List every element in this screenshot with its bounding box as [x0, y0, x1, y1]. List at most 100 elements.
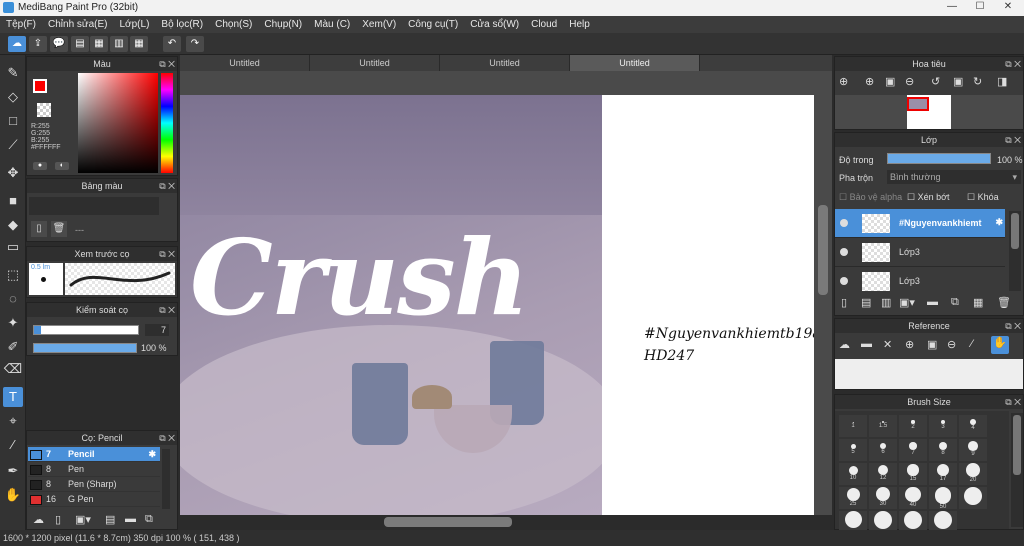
brush-opacity-slider[interactable]	[33, 343, 137, 353]
menu-view[interactable]: Xem(V)	[356, 16, 402, 33]
visibility-eye-icon[interactable]	[840, 248, 848, 256]
panel-options-icon[interactable]: ⧉ ✕	[159, 431, 175, 445]
menu-help[interactable]: Help	[563, 16, 596, 33]
cloud-download-icon[interactable]: ☁	[839, 338, 850, 351]
layer-folder-icon[interactable]: ▬	[927, 296, 938, 308]
brush-size-option[interactable]: 1.5	[869, 415, 897, 437]
brush-size-option[interactable]: 20	[959, 463, 987, 485]
brush-size-option[interactable]: 50	[929, 487, 957, 510]
menu-cloud[interactable]: Cloud	[525, 16, 563, 33]
trash-icon[interactable]: 🗑	[51, 221, 67, 237]
close-icon[interactable]: ✕	[883, 338, 892, 351]
add-brush-icon[interactable]: ▣▾	[75, 513, 91, 526]
duplicate-layer-icon[interactable]: ⧉	[951, 296, 959, 309]
hand-tool-icon[interactable]: ✋	[3, 485, 23, 505]
brush-size-option[interactable]: 3	[929, 415, 957, 437]
panel-options-icon[interactable]: ⧉ ✕	[1005, 395, 1021, 409]
select-eraser-icon[interactable]: ⌫	[3, 359, 23, 379]
gear-icon[interactable]: ✱	[148, 447, 156, 462]
eraser-tool-icon[interactable]: ◇	[3, 87, 23, 107]
page-manager-icon[interactable]: ▥	[110, 36, 128, 52]
brush-size-value[interactable]: 7	[145, 324, 169, 336]
cloud-brush-icon[interactable]: ☁	[33, 513, 44, 526]
reset-view-icon[interactable]: ◨	[997, 75, 1007, 88]
brush-list-item[interactable]: 8 Pen	[28, 462, 160, 477]
brush-size-option[interactable]: 8	[929, 439, 957, 461]
maximize-button[interactable]: ☐	[968, 0, 992, 14]
swap-color-icon[interactable]: ◐	[55, 162, 69, 170]
upload-icon[interactable]: ⇪	[29, 36, 47, 52]
brush-size-option[interactable]: 4	[959, 415, 987, 437]
new-layer-icon[interactable]: ▯	[841, 296, 847, 309]
flip-icon[interactable]: ▣	[953, 75, 963, 88]
brush-size-option[interactable]: 15	[899, 463, 927, 485]
panel-options-icon[interactable]: ⧉ ✕	[1005, 57, 1021, 71]
artwork-image[interactable]: Crush	[180, 95, 602, 515]
panel-options-icon[interactable]: ⧉ ✕	[1005, 133, 1021, 147]
clipping-checkbox[interactable]: ☐ Xén bớt	[907, 192, 950, 203]
fill-rect-tool-icon[interactable]: ■	[3, 191, 23, 211]
minimize-button[interactable]: —	[940, 0, 964, 14]
lasso-tool-icon[interactable]: ◌	[3, 289, 23, 309]
brush-size-option[interactable]: 30	[869, 487, 897, 509]
panel-options-icon[interactable]: ⧉ ✕	[1005, 319, 1021, 333]
foreground-color-swatch[interactable]	[33, 79, 47, 93]
dropper-tool-icon[interactable]: ✒	[3, 461, 23, 481]
tab-untitled-3[interactable]: Untitled	[440, 55, 570, 71]
background-color-swatch[interactable]	[37, 103, 51, 117]
panel-options-icon[interactable]: ⧉ ✕	[159, 303, 175, 317]
brush-size-option[interactable]: 7	[899, 439, 927, 461]
menu-edit[interactable]: Chỉnh sửa(E)	[42, 16, 114, 33]
cloud-icon[interactable]: ☁	[8, 36, 26, 52]
menu-snap[interactable]: Chụp(N)	[258, 16, 308, 33]
zoom-in-icon[interactable]: ⊕	[865, 75, 874, 88]
new-palette-icon[interactable]: ▯	[31, 221, 47, 237]
folder-icon[interactable]: ▬	[125, 513, 136, 525]
panel-options-icon[interactable]: ⧉ ✕	[159, 57, 175, 71]
navigator-viewport[interactable]	[907, 97, 929, 111]
brush-size-scrollbar[interactable]	[1013, 415, 1021, 475]
rectangle-tool-icon[interactable]: □	[3, 111, 23, 131]
layer-opacity-slider[interactable]	[887, 153, 991, 164]
new-halftone-layer-icon[interactable]: ▤	[861, 296, 871, 309]
select-pen-icon[interactable]: ✐	[3, 337, 23, 357]
protect-alpha-checkbox[interactable]: ☐ Bảo vệ alpha	[839, 192, 902, 203]
comment-icon[interactable]: 💬	[50, 36, 68, 52]
brush-size-option[interactable]: 1	[839, 415, 867, 437]
tab-untitled-2[interactable]: Untitled	[310, 55, 440, 71]
brush-tool-icon[interactable]: ✎	[3, 63, 23, 83]
lock-checkbox[interactable]: ☐ Khóa	[967, 192, 999, 203]
brush-list-item[interactable]: 16 G Pen	[28, 492, 160, 507]
brush-size-option[interactable]: 9	[959, 439, 987, 461]
menu-select[interactable]: Chọn(S)	[209, 16, 258, 33]
visibility-eye-icon[interactable]	[840, 277, 848, 285]
menu-color[interactable]: Màu (C)	[308, 16, 356, 33]
brush-size-option[interactable]: 2	[899, 415, 927, 437]
text-tool-icon[interactable]: T	[3, 387, 23, 407]
tab-untitled-1[interactable]: Untitled	[180, 55, 310, 71]
layer-scrollbar[interactable]	[1011, 213, 1019, 249]
rotate-right-icon[interactable]: ↻	[973, 75, 982, 88]
merge-layer-icon[interactable]: ▦	[973, 296, 983, 309]
move-tool-icon[interactable]: ✥	[3, 163, 23, 183]
hue-slider[interactable]	[161, 73, 173, 173]
select-rect-icon[interactable]: ⬚	[3, 265, 23, 285]
document-icon[interactable]: ▤	[71, 36, 89, 52]
brush-size-option[interactable]	[959, 487, 987, 509]
canvas-page-white[interactable]: #Nguyenvankhiemtb1983 HD247	[602, 95, 830, 515]
new-1bit-layer-icon[interactable]: ▥	[881, 296, 891, 309]
brush-list-item[interactable]: 7 Pencil ✱	[28, 447, 160, 462]
menu-tools[interactable]: Công cụ(T)	[402, 16, 464, 33]
magic-wand-icon[interactable]: ✦	[3, 313, 23, 333]
saturation-value-picker[interactable]	[78, 73, 158, 173]
brush-size-option[interactable]: 40	[899, 487, 927, 509]
bucket-tool-icon[interactable]: ◆	[3, 215, 23, 235]
ref-eyedropper-icon[interactable]: ⁄	[971, 338, 973, 350]
menu-filter[interactable]: Bộ lọc(R)	[155, 16, 209, 33]
vertical-scrollbar[interactable]	[818, 205, 828, 295]
navigator-preview[interactable]	[835, 95, 1023, 129]
close-window-button[interactable]: ✕	[996, 0, 1020, 14]
brush-size-option[interactable]: 12	[869, 463, 897, 485]
menu-layer[interactable]: Lớp(L)	[114, 16, 156, 33]
zoom-fit-icon[interactable]: ⊕	[839, 75, 848, 88]
